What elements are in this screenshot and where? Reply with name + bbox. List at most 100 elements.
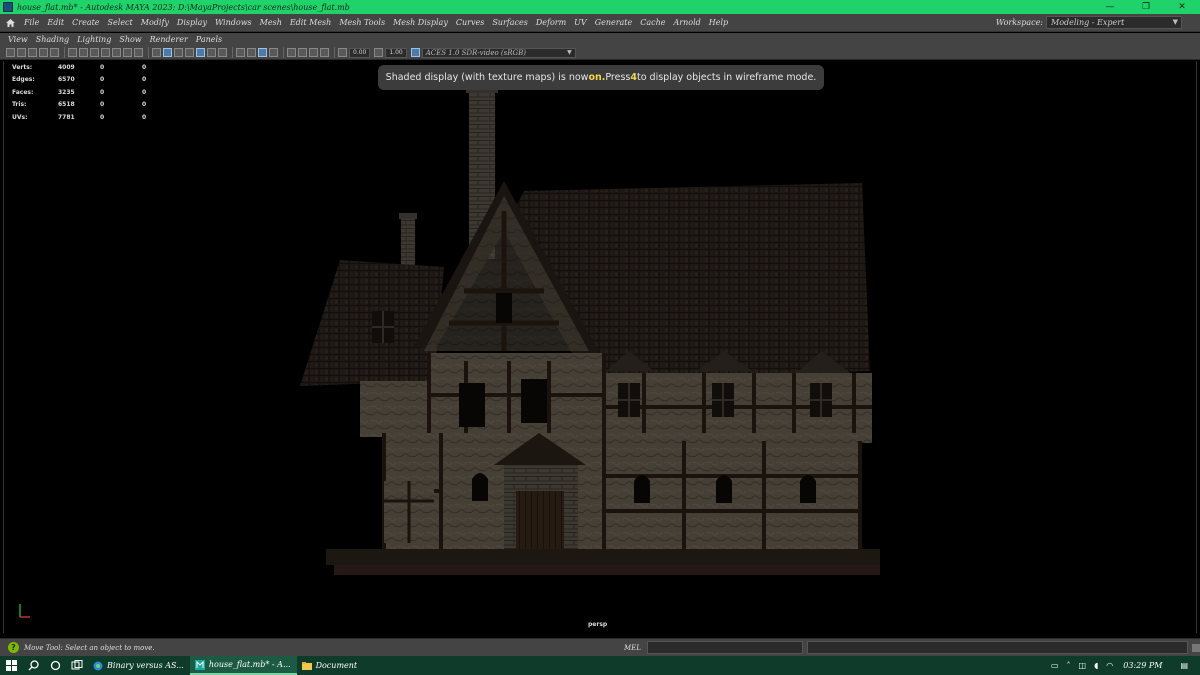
- menu-edit[interactable]: Edit: [43, 18, 68, 27]
- ambient-occlusion-icon[interactable]: [236, 48, 245, 57]
- panel-menu-renderer[interactable]: Renderer: [146, 35, 192, 44]
- bookmark-icon[interactable]: [28, 48, 37, 57]
- menu-mesh-display[interactable]: Mesh Display: [389, 18, 452, 27]
- network-icon[interactable]: ◫: [1079, 661, 1087, 670]
- xray-active-icon[interactable]: [309, 48, 318, 57]
- command-input[interactable]: [646, 641, 803, 654]
- help-icon: ?: [8, 642, 19, 653]
- select-camera-icon[interactable]: [6, 48, 15, 57]
- notifications-icon[interactable]: ▤: [1180, 661, 1188, 670]
- anti-aliasing-icon[interactable]: [258, 48, 267, 57]
- system-tray: ▭ ˄ ◫ ◖ ◠ 03:29 PM ▤: [1047, 661, 1200, 670]
- panel-menu-panels[interactable]: Panels: [192, 35, 226, 44]
- exposure-icon[interactable]: [338, 48, 347, 57]
- menu-create[interactable]: Create: [68, 18, 103, 27]
- menu-cache[interactable]: Cache: [636, 18, 669, 27]
- view-transform-value: ACES 1.0 SDR-video (sRGB): [425, 48, 526, 57]
- menu-windows[interactable]: Windows: [211, 18, 256, 27]
- lighting-icon[interactable]: [207, 48, 216, 57]
- maya-app-icon: [194, 659, 205, 670]
- xray-icon[interactable]: [185, 48, 194, 57]
- panel-menu-show[interactable]: Show: [115, 35, 145, 44]
- menu-generate[interactable]: Generate: [591, 18, 637, 27]
- hud-row-tris: Tris: 6518 0 0: [12, 101, 147, 109]
- color-management-icon[interactable]: [410, 48, 420, 57]
- isolate-select-icon[interactable]: [287, 48, 296, 57]
- backface-culling-icon[interactable]: [320, 48, 329, 57]
- in-view-message: Shaded display (with texture maps) is no…: [378, 65, 824, 90]
- menu-mesh-tools[interactable]: Mesh Tools: [335, 18, 389, 27]
- house-model-render[interactable]: [4, 61, 1197, 633]
- edge-icon: [93, 661, 103, 670]
- menu-curves[interactable]: Curves: [452, 18, 488, 27]
- hud-row-uvs: UVs: 7781 0 0: [12, 113, 147, 121]
- close-button[interactable]: ✕: [1164, 0, 1200, 14]
- clock[interactable]: 03:29 PM: [1123, 661, 1162, 670]
- menu-modify[interactable]: Modify: [137, 18, 173, 27]
- taskbar-item-document[interactable]: Document: [297, 656, 364, 675]
- textured-icon[interactable]: [196, 48, 205, 57]
- menu-arnold[interactable]: Arnold: [670, 18, 705, 27]
- home-icon[interactable]: [0, 14, 20, 32]
- motion-blur-icon[interactable]: [247, 48, 256, 57]
- workspace-dropdown[interactable]: Modeling - Expert ▼: [1046, 16, 1182, 29]
- mel-label[interactable]: MEL: [624, 644, 641, 652]
- chevron-up-icon[interactable]: ˄: [1067, 661, 1071, 670]
- title-bar: house_flat.mb* - Autodesk MAYA 2023: D:\…: [0, 0, 1200, 14]
- help-message: Move Tool: Select an object to move.: [24, 643, 155, 652]
- volume-icon[interactable]: ◖: [1094, 661, 1098, 670]
- resolution-gate-icon[interactable]: [90, 48, 99, 57]
- panel-menu-bar: View Shading Lighting Show Renderer Pane…: [0, 33, 1200, 46]
- menu-edit-mesh[interactable]: Edit Mesh: [286, 18, 335, 27]
- grease-pencil-icon[interactable]: [50, 48, 59, 57]
- script-editor-icon[interactable]: [1191, 643, 1200, 652]
- menu-display[interactable]: Display: [173, 18, 211, 27]
- menu-select[interactable]: Select: [104, 18, 137, 27]
- workspace-value: Modeling - Expert: [1051, 18, 1125, 27]
- windows-start-icon[interactable]: [0, 656, 22, 675]
- wifi-icon[interactable]: ◠: [1106, 661, 1113, 670]
- hud-row-faces: Faces: 3235 0 0: [12, 88, 147, 96]
- camera-name-label: persp: [588, 621, 608, 628]
- panel-menu-lighting[interactable]: Lighting: [73, 35, 115, 44]
- persp-viewport[interactable]: Verts: 4009 0 0 Edges: 6570 0 0 Faces: 3…: [3, 61, 1197, 633]
- help-line: ? Move Tool: Select an object to move. M…: [0, 638, 1200, 656]
- menu-surfaces[interactable]: Surfaces: [488, 18, 532, 27]
- gate-mask-icon[interactable]: [101, 48, 110, 57]
- task-view-icon[interactable]: [66, 656, 88, 675]
- panel-menu-view[interactable]: View: [4, 35, 32, 44]
- gamma-field[interactable]: 1.00: [385, 47, 407, 58]
- film-gate-icon[interactable]: [79, 48, 88, 57]
- xray-joints-icon[interactable]: [298, 48, 307, 57]
- keyboard-icon[interactable]: ▭: [1051, 661, 1059, 670]
- smooth-shade-icon[interactable]: [163, 48, 172, 57]
- grid-icon[interactable]: [68, 48, 77, 57]
- menu-mesh[interactable]: Mesh: [256, 18, 286, 27]
- minimize-button[interactable]: —: [1092, 0, 1128, 14]
- restore-button[interactable]: ❐: [1128, 0, 1164, 14]
- toolbar-divider: [148, 47, 149, 58]
- safe-title-icon[interactable]: [134, 48, 143, 57]
- image-plane-icon[interactable]: [39, 48, 48, 57]
- menu-file[interactable]: File: [20, 18, 43, 27]
- gamma-icon[interactable]: [374, 48, 384, 57]
- toolbar-divider: [64, 47, 65, 58]
- taskbar-item-maya[interactable]: house_flat.mb* - A...: [189, 656, 297, 675]
- workspace-selector: Workspace: Modeling - Expert ▼: [996, 16, 1182, 29]
- wireframe-icon[interactable]: [152, 48, 161, 57]
- safe-action-icon[interactable]: [123, 48, 132, 57]
- view-transform-dropdown[interactable]: ACES 1.0 SDR-video (sRGB) ▼: [421, 47, 576, 58]
- menu-uv[interactable]: UV: [570, 18, 591, 27]
- cortana-icon[interactable]: [44, 656, 66, 675]
- taskbar-item-browser[interactable]: Binary versus AS...: [88, 656, 190, 675]
- shadows-icon[interactable]: [218, 48, 227, 57]
- field-chart-icon[interactable]: [112, 48, 121, 57]
- camera-attributes-icon[interactable]: [17, 48, 26, 57]
- search-icon[interactable]: [22, 656, 44, 675]
- menu-help[interactable]: Help: [705, 18, 732, 27]
- menu-deform[interactable]: Deform: [532, 18, 570, 27]
- wireframe-on-shaded-icon[interactable]: [174, 48, 183, 57]
- exposure-field[interactable]: 0.00: [349, 47, 371, 58]
- panel-menu-shading[interactable]: Shading: [32, 35, 73, 44]
- depth-of-field-icon[interactable]: [269, 48, 278, 57]
